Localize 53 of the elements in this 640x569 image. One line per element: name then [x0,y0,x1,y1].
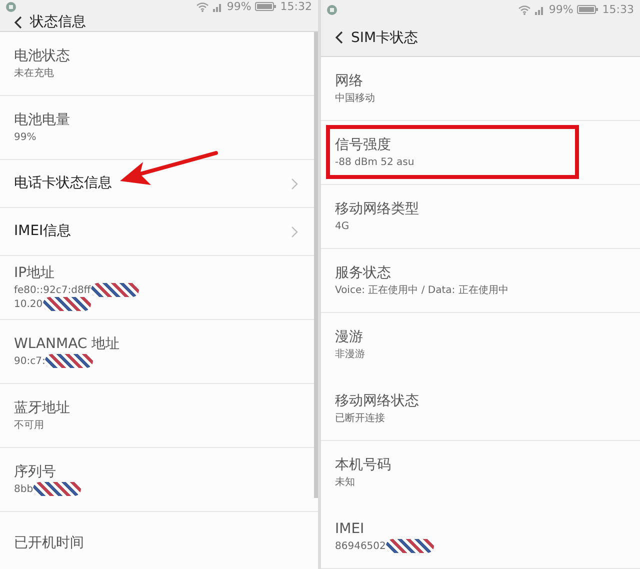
row-title: IMEI [335,520,366,539]
row-value: 90:c7: [14,356,46,366]
chevron-icon [291,178,298,190]
row-value: 已断开连接 [335,412,385,425]
row-value: 4G [335,220,350,232]
row-value: 10.20 [14,298,43,310]
row-title: 序列号 [14,463,57,482]
battery-icon [255,2,276,11]
back-button[interactable] [12,14,24,30]
battery-percent: 99% [226,0,252,13]
clock-time: 15:33 [602,3,634,16]
signal-icon [212,2,223,12]
row-title: 信号强度 [335,136,392,155]
row-value: 99% [14,132,36,142]
row-value: Voice: 正在使用中 / Data: 正在使用中 [335,284,508,297]
back-button[interactable] [333,29,345,46]
settings-row[interactable]: IMEI信息 [0,208,318,255]
row-title: 服务状态 [335,264,392,283]
chevron-icon [291,226,298,238]
clock-time: 15:32 [280,0,312,13]
row-value: 不可用 [14,419,44,432]
row-title: IP地址 [14,264,56,283]
settings-row[interactable]: 电话卡状态信息 [0,160,318,207]
wifi-icon [196,2,209,12]
row-value: fe80::92c7:d8ff [14,284,91,296]
back-icon [14,16,22,28]
row-title: 移动网络类型 [335,200,420,219]
row-value: 非漫游 [335,348,365,361]
wifi-icon [518,4,531,15]
row-title: 漫游 [335,328,364,347]
row-title: WLANMAC 地址 [14,335,121,354]
row-title: 网络 [335,72,364,91]
back-icon [335,31,343,44]
screen-title: SIM卡状态 [351,28,418,47]
row-title: 本机号码 [335,456,392,475]
row-title: 电池状态 [14,47,71,66]
row-title: 移动网络状态 [335,392,420,411]
row-value: 未在充电 [14,66,54,80]
notification-icon [327,4,337,15]
row-value: 未知 [335,476,355,489]
signal-icon [534,4,545,15]
row-value: -88 dBm 52 asu [335,156,414,168]
row-title: 电池电量 [14,111,71,130]
row-title: 已开机时间 [14,534,85,553]
row-value: 中国移动 [335,92,375,105]
battery-percent: 99% [548,3,574,16]
row-title: 蓝牙地址 [14,399,71,418]
row-value: 8bb [14,484,34,494]
row-title: 电话卡状态信息 [14,174,112,193]
row-value: 86946502 [335,540,386,552]
row-title: IMEI信息 [14,222,72,241]
battery-icon [577,5,598,14]
screen-title: 状态信息 [30,13,86,31]
